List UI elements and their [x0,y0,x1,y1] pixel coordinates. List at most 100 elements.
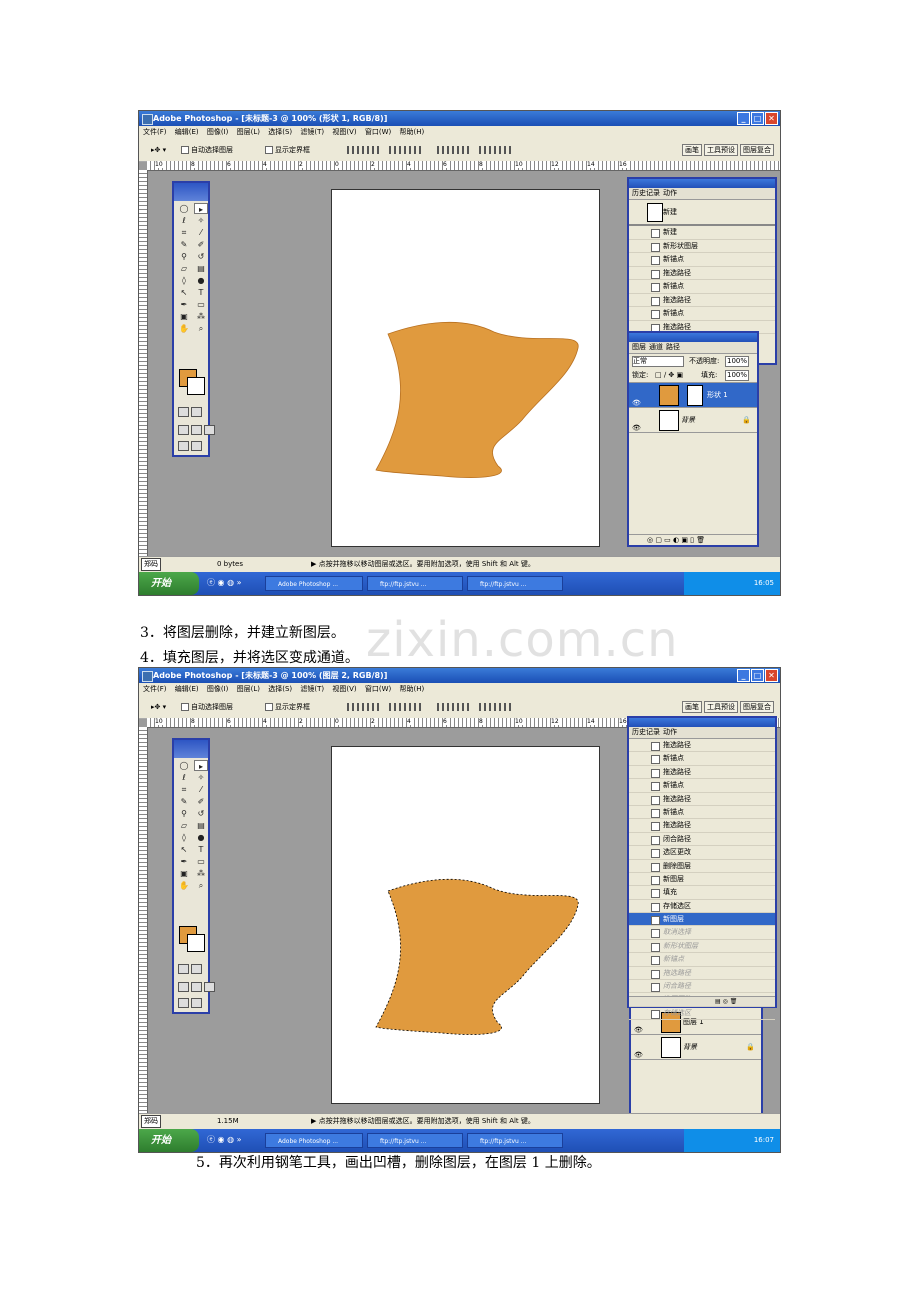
menu-file[interactable]: 文件(F) [143,685,167,693]
layer-row-shape1[interactable]: 👁 形状 1 [629,383,757,408]
start-button[interactable]: 开始 [139,572,199,595]
background-color-swatch[interactable] [187,934,205,952]
stamp-icon[interactable]: ⚲ [177,808,191,819]
move-tool-icon[interactable]: ▸✥ ▾ [151,696,166,718]
layer-row-background[interactable]: 👁 背景 🔒 [629,408,757,433]
layer-row-background[interactable]: 👁 背景 🔒 [631,1035,761,1060]
eye-icon[interactable]: 👁 [634,1043,643,1067]
show-bounds-checkbox[interactable]: 显示定界框 [265,139,310,161]
quicklaunch-icons[interactable]: ⓔ ◉ ◍ » [207,1134,241,1145]
taskbar-item-ftp[interactable]: ftp://ftp.jstvu ... [467,576,563,591]
tab-brushes[interactable]: 画笔 [682,701,702,713]
hand-icon[interactable]: ✋ [177,323,191,334]
history-item[interactable]: 拖选路径 [629,793,775,806]
history-item[interactable]: 取消选择 [629,926,775,940]
history-footer-icons[interactable]: ▤ ◎ 🗑 [629,996,775,1006]
taskbar-item-ftp[interactable]: ftp://ftp.jstvu ... [467,1133,563,1148]
marquee-icon[interactable]: ◯ [177,760,191,771]
history-item[interactable]: 新锚点 [629,752,775,766]
quick-mask-icons[interactable] [178,964,202,974]
history-item[interactable]: 新形状图层 [629,240,775,253]
shape-icon[interactable]: ▭ [194,299,208,310]
eye-icon[interactable]: 👁 [632,416,641,440]
minimize-button[interactable]: _ [737,669,750,682]
tab-brushes[interactable]: 画笔 [682,144,702,156]
zoom-icon[interactable]: ⌕ [194,880,208,891]
tab-layer-comps[interactable]: 图层复合 [740,144,774,156]
history-item[interactable]: 选区更改 [629,846,775,860]
distribute-icons[interactable] [479,703,513,711]
history-item[interactable]: 拖选路径 [629,739,775,753]
history-item[interactable]: 新锚点 [629,953,775,967]
align-icons[interactable] [347,703,381,711]
menu-edit[interactable]: 编辑(E) [175,685,199,693]
start-button[interactable]: 开始 [139,1129,199,1152]
eraser-icon[interactable]: ▱ [177,263,191,274]
blur-icon[interactable]: ◊ [177,832,191,843]
orange-shape-with-selection[interactable] [332,747,599,1103]
magic-wand-icon[interactable]: ✧ [194,772,208,783]
lock-icons[interactable]: □ ∕ ✥ ▣ [655,368,683,382]
history-item[interactable]: 新锚点 [629,779,775,793]
history-item[interactable]: 闭合路径 [629,980,775,994]
healing-icon[interactable]: ✎ [177,239,191,250]
dodge-icon[interactable]: ● [194,275,208,286]
history-item[interactable]: 新锚点 [629,280,775,294]
menu-view[interactable]: 视图(V) [332,128,356,136]
align-icons[interactable] [389,146,423,154]
taskbar-item-ftp[interactable]: ftp://ftp.jstvu ... [367,576,463,591]
zoom-icon[interactable]: ⌕ [194,323,208,334]
distribute-icons[interactable] [479,146,513,154]
brush-icon[interactable]: ✐ [194,796,208,807]
menu-select[interactable]: 选择(S) [268,685,292,693]
blur-icon[interactable]: ◊ [177,275,191,286]
history-item[interactable]: 存储选区 [629,1007,775,1021]
shape-icon[interactable]: ▭ [194,856,208,867]
notes-icon[interactable]: ▣ [177,311,191,322]
taskbar-item-photoshop[interactable]: Adobe Photoshop ... [265,576,363,591]
menu-help[interactable]: 帮助(H) [399,685,424,693]
history-brush-icon[interactable]: ↺ [194,808,208,819]
quicklaunch-icons[interactable]: ⓔ ◉ ◍ » [207,577,241,588]
tab-actions[interactable]: 动作 [663,188,677,199]
taskbar-item-ftp[interactable]: ftp://ftp.jstvu ... [367,1133,463,1148]
orange-shape[interactable] [332,190,599,546]
healing-icon[interactable]: ✎ [177,796,191,807]
history-item[interactable]: 拖选路径 [629,766,775,780]
marquee-icon[interactable]: ◯ [177,203,191,214]
ime-indicator[interactable]: 郑码 [141,558,161,571]
maximize-button[interactable]: □ [751,112,764,125]
tab-paths[interactable]: 路径 [666,342,680,353]
history-snapshot[interactable]: 新建 [629,200,775,226]
screen-mode-icons[interactable] [178,425,215,435]
type-icon[interactable]: T [194,844,208,855]
fill-input[interactable]: 100% [725,370,750,381]
type-icon[interactable]: T [194,287,208,298]
align-icons[interactable] [347,146,381,154]
tab-actions[interactable]: 动作 [663,727,677,738]
stamp-icon[interactable]: ⚲ [177,251,191,262]
layers-footer-icons[interactable]: ◎ ▢ ▭ ◐ ▣ ▯ 🗑 [629,534,757,545]
menu-image[interactable]: 图像(I) [207,685,229,693]
tab-tool-presets[interactable]: 工具预设 [704,144,738,156]
path-select-icon[interactable]: ↖ [177,287,191,298]
quick-mask-icons[interactable] [178,407,202,417]
menu-filter[interactable]: 滤镜(T) [300,685,324,693]
maximize-button[interactable]: □ [751,669,764,682]
tab-tool-presets[interactable]: 工具预设 [704,701,738,713]
auto-select-checkbox[interactable]: 自动选择图层 [181,696,233,718]
auto-select-checkbox[interactable]: 自动选择图层 [181,139,233,161]
distribute-icons[interactable] [437,146,471,154]
document-canvas[interactable] [331,746,600,1104]
background-color-swatch[interactable] [187,377,205,395]
move-icon[interactable]: ▸ [194,760,208,771]
slice-icon[interactable]: ⁄ [194,227,208,238]
move-icon[interactable]: ▸ [194,203,208,214]
tab-history[interactable]: 历史记录 [632,727,660,738]
menu-filter[interactable]: 滤镜(T) [300,128,324,136]
brush-icon[interactable]: ✐ [194,239,208,250]
history-item[interactable]: 新图层 [629,913,775,927]
taskbar-item-photoshop[interactable]: Adobe Photoshop ... [265,1133,363,1148]
history-item[interactable]: 拖选路径 [629,267,775,280]
history-item[interactable]: 填充 [629,886,775,900]
